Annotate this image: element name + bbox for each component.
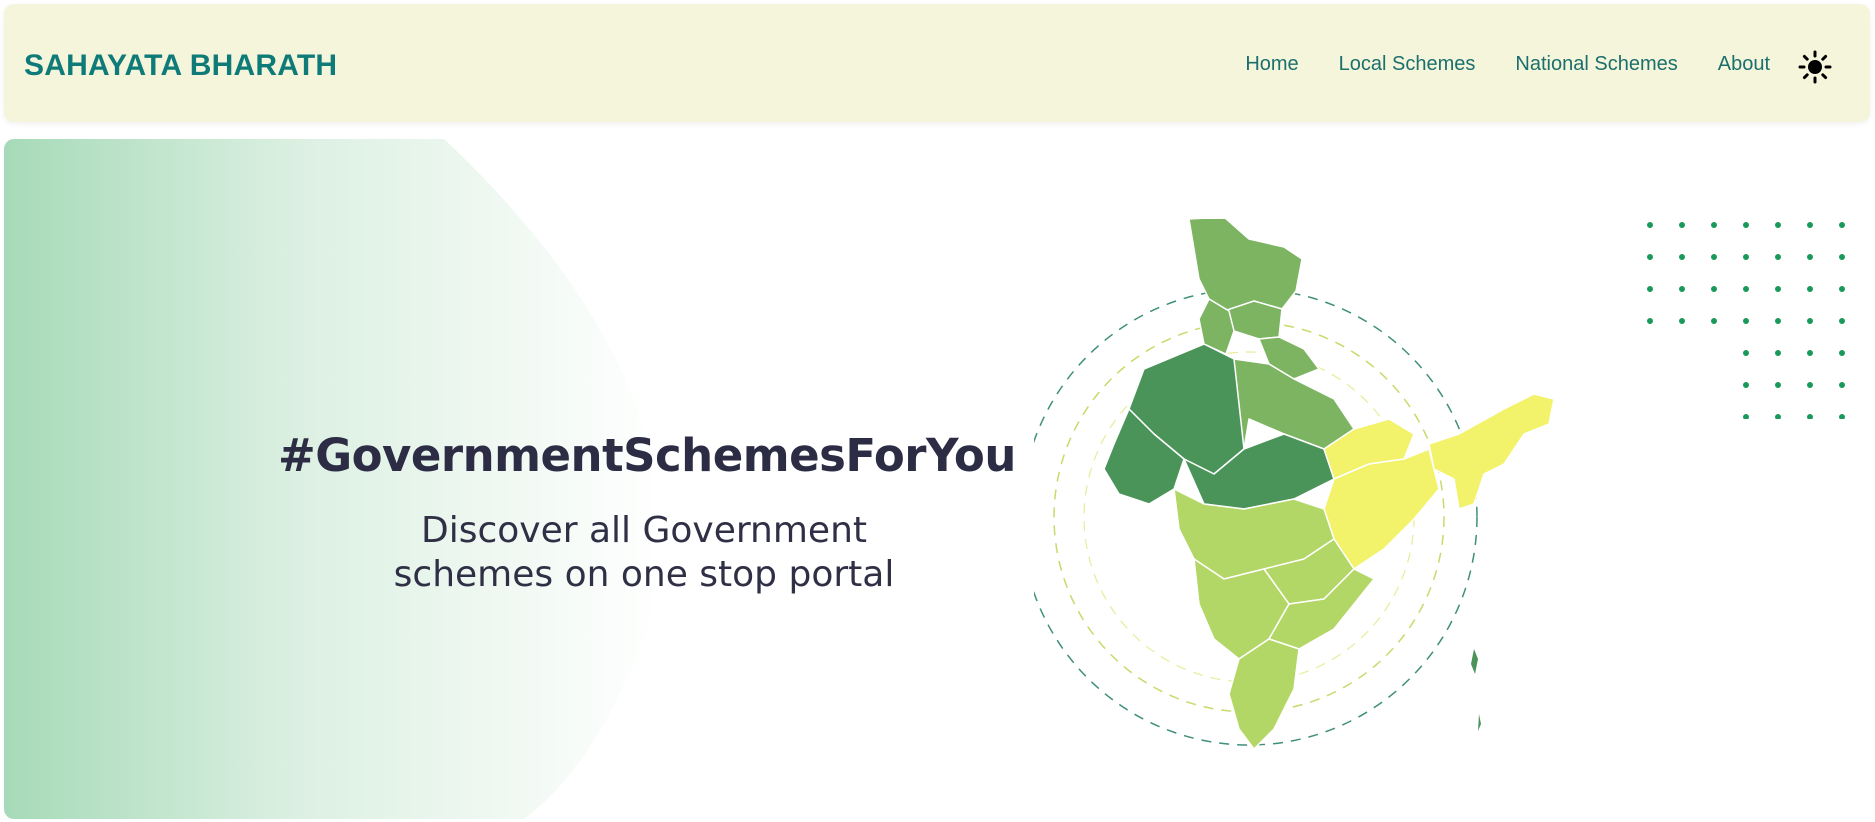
hero-subtitle: Discover all Government schemes on one s… [294, 509, 994, 597]
sun-icon [1798, 50, 1832, 84]
navbar: SAHAYATA BHARATH Home Local Schemes Nati… [4, 4, 1870, 122]
theme-toggle-button[interactable] [1798, 50, 1832, 84]
nav-link-local-schemes[interactable]: Local Schemes [1339, 53, 1476, 76]
hero-subtitle-line2: schemes on one stop portal [393, 554, 895, 595]
map-region-northeast [1428, 393, 1555, 510]
map-islands [1471, 649, 1478, 674]
nav-links: Home Local Schemes National Schemes Abou… [1245, 53, 1770, 76]
nav-link-home[interactable]: Home [1245, 53, 1298, 76]
nav-link-about[interactable]: About [1718, 53, 1770, 76]
hero-subtitle-line1: Discover all Government [420, 510, 867, 551]
brand-logo[interactable]: SAHAYATA BHARATH [24, 49, 337, 83]
india-map-illustration [1034, 219, 1555, 750]
map-region-north [1188, 219, 1303, 312]
hero-heading: #GovernmentSchemesForYou [278, 429, 1016, 482]
decorative-dot-grid [1647, 222, 1845, 419]
hero-banner: #GovernmentSchemesForYou Discover all Go… [4, 139, 1870, 819]
nav-link-national-schemes[interactable]: National Schemes [1515, 53, 1677, 76]
